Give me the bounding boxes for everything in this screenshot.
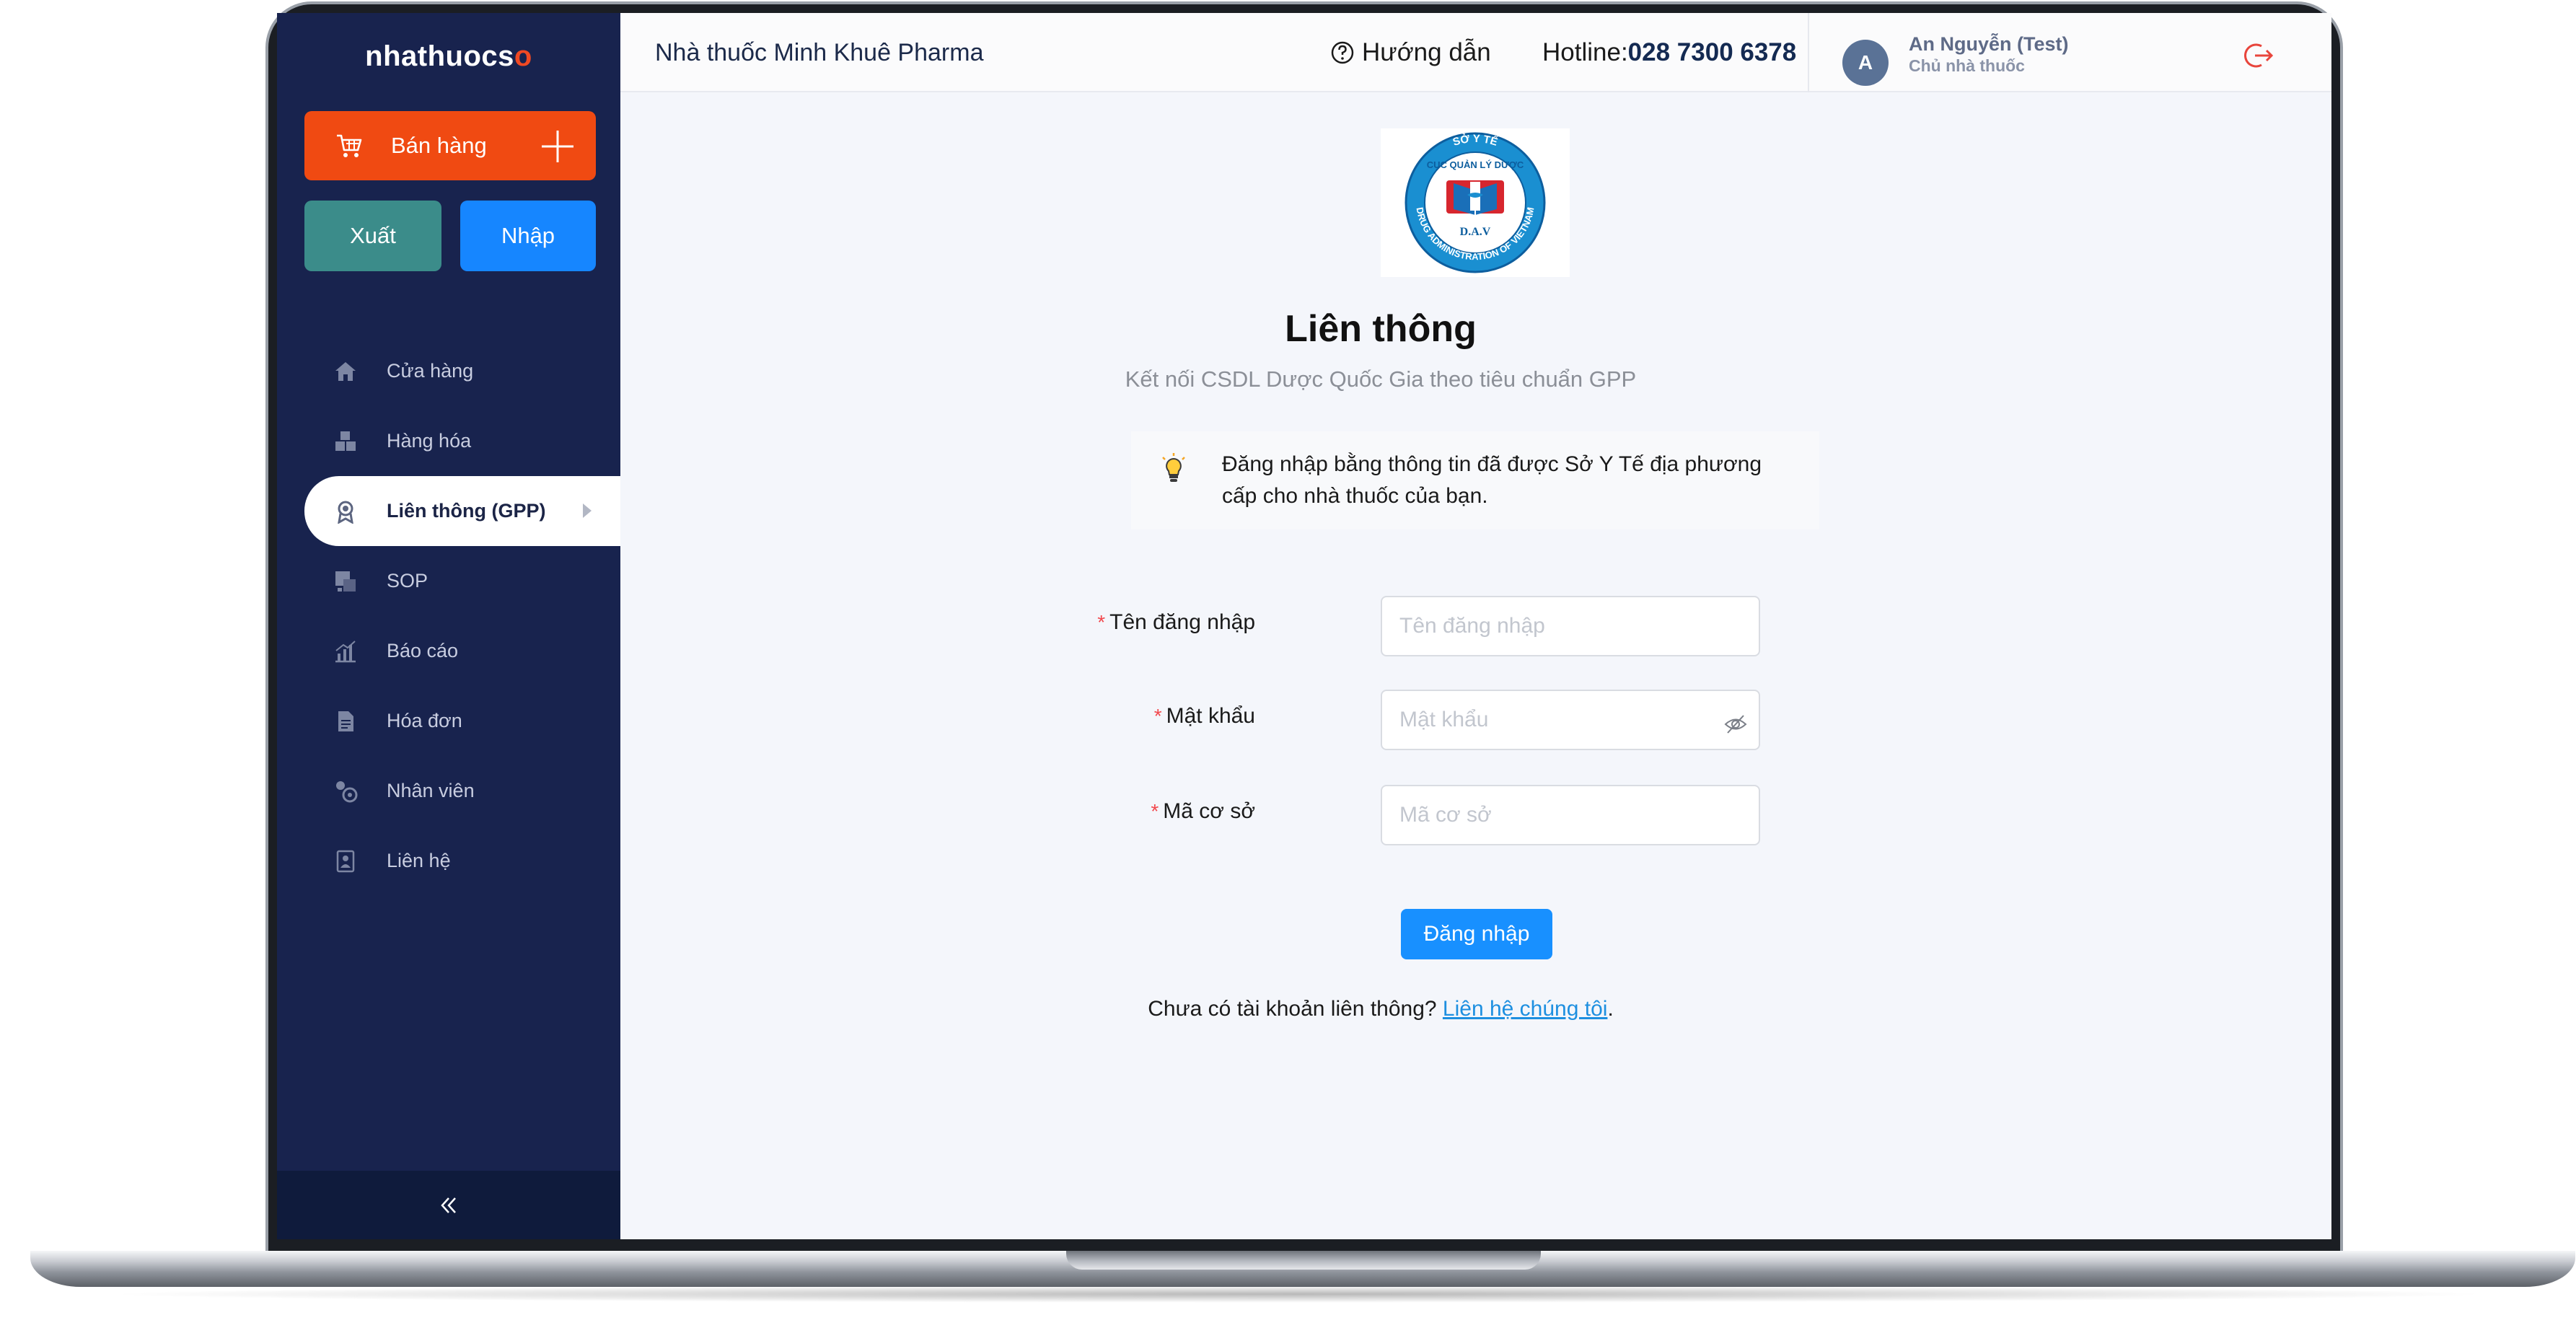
- sidebar-item-contact[interactable]: Liên hệ: [277, 826, 620, 896]
- sidebar-item-sop[interactable]: SOP: [277, 546, 620, 616]
- users-icon: [336, 781, 358, 803]
- sidebar-item-label: Liên thông (GPP): [387, 500, 546, 522]
- sidebar: nhathuocso Bán hàng Xuất Nhập Cửa hàng H…: [277, 13, 620, 1239]
- sell-button-label: Bán hàng: [391, 133, 487, 158]
- document-icon: [338, 711, 353, 731]
- sidebar-item-products[interactable]: Hàng hóa: [277, 406, 620, 476]
- contact-icon: [336, 850, 355, 873]
- sidebar-item-store[interactable]: Cửa hàng: [277, 336, 620, 406]
- password-label: * Mật khẩu: [967, 704, 1255, 729]
- sidebar-item-label: SOP: [387, 570, 428, 592]
- login-button[interactable]: Đăng nhập: [1401, 909, 1552, 959]
- logo-text: nhathuocs: [365, 40, 514, 72]
- laptop-hinge-notch: [1066, 1251, 1541, 1270]
- avatar[interactable]: A: [1842, 40, 1889, 86]
- boxes-icon: [335, 431, 356, 451]
- lightbulb-icon: [1162, 453, 1185, 482]
- contact-us-link[interactable]: Liên hệ chúng tôi: [1443, 997, 1608, 1021]
- sidebar-collapse-button[interactable]: [277, 1171, 620, 1239]
- eye-hidden-icon[interactable]: [1724, 713, 1747, 735]
- sidebar-item-label: Cửa hàng: [387, 360, 474, 382]
- sidebar-item-label: Liên hệ: [387, 850, 451, 871]
- sidebar-nav: Cửa hàng Hàng hóa Liên thông (GPP) SOP B…: [277, 336, 620, 896]
- logo-suffix: o: [514, 40, 532, 72]
- user-name[interactable]: An Nguyễn (Test): [1909, 33, 2069, 56]
- app-logo[interactable]: nhathuocso: [277, 40, 620, 73]
- guide-label: Hướng dẫn: [1362, 38, 1491, 66]
- notice-text: Đăng nhập bằng thông tin đã được Sở Y Tế…: [1222, 452, 1762, 508]
- facility-label-text: Mã cơ sở: [1163, 799, 1255, 823]
- info-notice: Đăng nhập bằng thông tin đã được Sở Y Tế…: [1131, 431, 1819, 529]
- chart-icon: [335, 641, 356, 663]
- export-button[interactable]: Xuất: [304, 201, 441, 271]
- sidebar-item-gpp[interactable]: Liên thông (GPP): [304, 476, 620, 546]
- sidebar-item-reports[interactable]: Báo cáo: [277, 616, 620, 686]
- hotline-number[interactable]: 028 7300 6378: [1628, 38, 1797, 66]
- logo-center-text: CỤC QUẢN LÝ DƯỢC: [1427, 159, 1524, 170]
- page-title: Liên thông: [1285, 308, 1477, 350]
- page-subtitle: Kết nối CSDL Dược Quốc Gia theo tiêu chu…: [1125, 366, 1637, 392]
- home-icon: [335, 362, 356, 381]
- sidebar-item-label: Báo cáo: [387, 640, 459, 661]
- sidebar-item-label: Hàng hóa: [387, 430, 472, 452]
- facility-code-input[interactable]: [1381, 785, 1760, 845]
- logo-bottom-text: D.A.V: [1460, 226, 1491, 238]
- signup-text: Chưa có tài khoản liên thông?: [1148, 997, 1437, 1021]
- username-label: * Tên đăng nhập: [967, 610, 1255, 635]
- facility-label: * Mã cơ sở: [967, 799, 1255, 824]
- sidebar-item-label: Hóa đơn: [387, 710, 462, 731]
- double-chevron-left-icon: [441, 1197, 456, 1213]
- guide-link[interactable]: Hướng dẫn: [1330, 13, 1491, 92]
- app-screen: nhathuocso Bán hàng Xuất Nhập Cửa hàng H…: [277, 13, 2331, 1239]
- password-label-text: Mật khẩu: [1166, 704, 1255, 728]
- dav-emblem-icon: DRUG ADMINISTRATION OF VIETNAM SỞ Y TẾ C…: [1405, 132, 1546, 273]
- hotline: Hotline:028 7300 6378: [1542, 13, 1796, 92]
- signup-prompt: Chưa có tài khoản liên thông? Liên hệ ch…: [620, 997, 2141, 1021]
- top-header: Nhà thuốc Minh Khuê Pharma Hướng dẫn Hot…: [620, 13, 2331, 92]
- signup-end: .: [1607, 997, 1614, 1021]
- cart-icon: [337, 134, 362, 157]
- sidebar-item-invoices[interactable]: Hóa đơn: [277, 686, 620, 756]
- username-input[interactable]: [1381, 596, 1760, 656]
- hotline-label: Hotline:: [1542, 38, 1628, 66]
- laptop-shadow: [101, 1285, 2496, 1303]
- password-input[interactable]: [1381, 690, 1760, 750]
- laptop-mockup: nhathuocso Bán hàng Xuất Nhập Cửa hàng H…: [0, 0, 2576, 1328]
- plus-icon[interactable]: [540, 128, 576, 164]
- user-role: Chủ nhà thuốc: [1909, 56, 2025, 75]
- help-circle-icon: [1331, 41, 1354, 64]
- import-button[interactable]: Nhập: [460, 201, 596, 271]
- required-mark: *: [1097, 611, 1106, 633]
- award-icon: [338, 501, 353, 524]
- dav-logo: DRUG ADMINISTRATION OF VIETNAM SỞ Y TẾ C…: [1381, 128, 1570, 277]
- logout-icon[interactable]: [2242, 39, 2275, 72]
- sell-button[interactable]: Bán hàng: [304, 111, 596, 180]
- sidebar-item-staff[interactable]: Nhân viên: [277, 756, 620, 826]
- sop-icon: [335, 571, 356, 592]
- required-mark: *: [1153, 705, 1162, 727]
- sidebar-item-label: Nhân viên: [387, 780, 475, 801]
- caret-right-icon: [583, 504, 592, 518]
- username-label-text: Tên đăng nhập: [1109, 610, 1255, 634]
- header-divider: [1808, 13, 1809, 92]
- main-content: DRUG ADMINISTRATION OF VIETNAM SỞ Y TẾ C…: [620, 92, 2331, 1239]
- store-name[interactable]: Nhà thuốc Minh Khuê Pharma: [655, 13, 983, 92]
- required-mark: *: [1151, 800, 1159, 822]
